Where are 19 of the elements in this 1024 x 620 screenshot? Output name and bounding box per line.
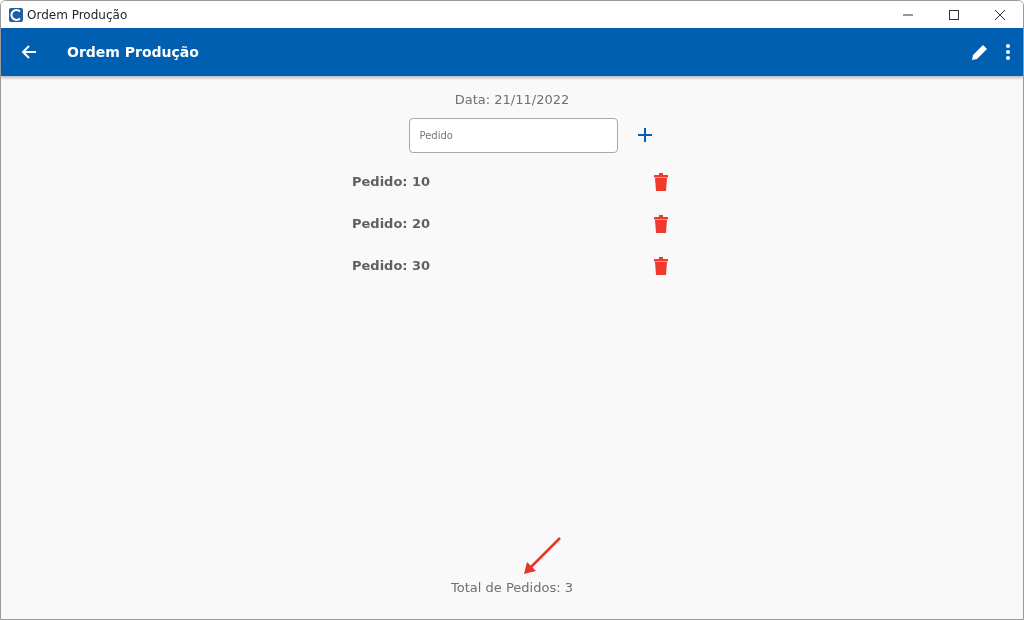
back-arrow-icon	[21, 44, 37, 60]
annotation-arrow	[521, 535, 563, 577]
window-title: Ordem Produção	[27, 6, 128, 24]
maximize-icon	[949, 9, 959, 20]
page-title: Ordem Produção	[67, 42, 199, 62]
order-label: Pedido: 30	[352, 256, 431, 275]
more-options-icon	[1005, 43, 1011, 61]
trash-icon	[654, 256, 668, 275]
trash-icon	[654, 214, 668, 233]
plus-icon	[637, 128, 652, 142]
pencil-icon	[971, 43, 989, 61]
total-orders-label: Total de Pedidos: 3	[451, 578, 573, 597]
close-icon	[995, 9, 1005, 20]
order-label: Pedido: 20	[352, 214, 431, 233]
app-logo-icon	[9, 7, 23, 22]
order-label: Pedido: 10	[352, 172, 431, 191]
date-label: Data: 21/11/2022	[454, 91, 570, 109]
order-input-field[interactable]: Pedido	[408, 117, 618, 153]
trash-icon	[654, 172, 668, 191]
